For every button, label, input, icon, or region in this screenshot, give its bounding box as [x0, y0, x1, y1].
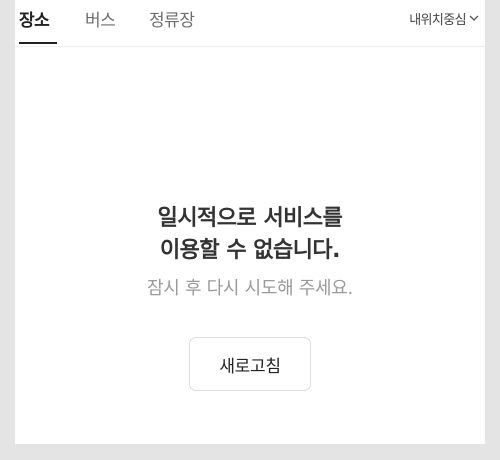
location-filter-dropdown[interactable]: 내위치중심: [409, 9, 479, 28]
tab-bus-stop[interactable]: 정류장: [149, 6, 195, 31]
active-tab-indicator: [19, 42, 57, 44]
error-title-line-1: 일시적으로 서비스를: [157, 206, 343, 231]
location-filter-label: 내위치중심: [409, 13, 466, 28]
tab-bus[interactable]: 버스: [85, 6, 116, 31]
refresh-button[interactable]: 새로고침: [189, 337, 311, 391]
error-subtitle: 잠시 후 다시 시도해 주세요.: [147, 278, 353, 299]
tab-bar: 장소 버스 정류장 내위치중심: [15, 0, 485, 47]
tab-places[interactable]: 장소: [19, 6, 50, 31]
content-panel: 장소 버스 정류장 내위치중심 일시적으로 서비스를 이용할 수 없습니다. 잠…: [15, 0, 485, 444]
chevron-down-icon: [469, 15, 479, 21]
error-title-line-2: 이용할 수 없습니다.: [159, 238, 341, 263]
